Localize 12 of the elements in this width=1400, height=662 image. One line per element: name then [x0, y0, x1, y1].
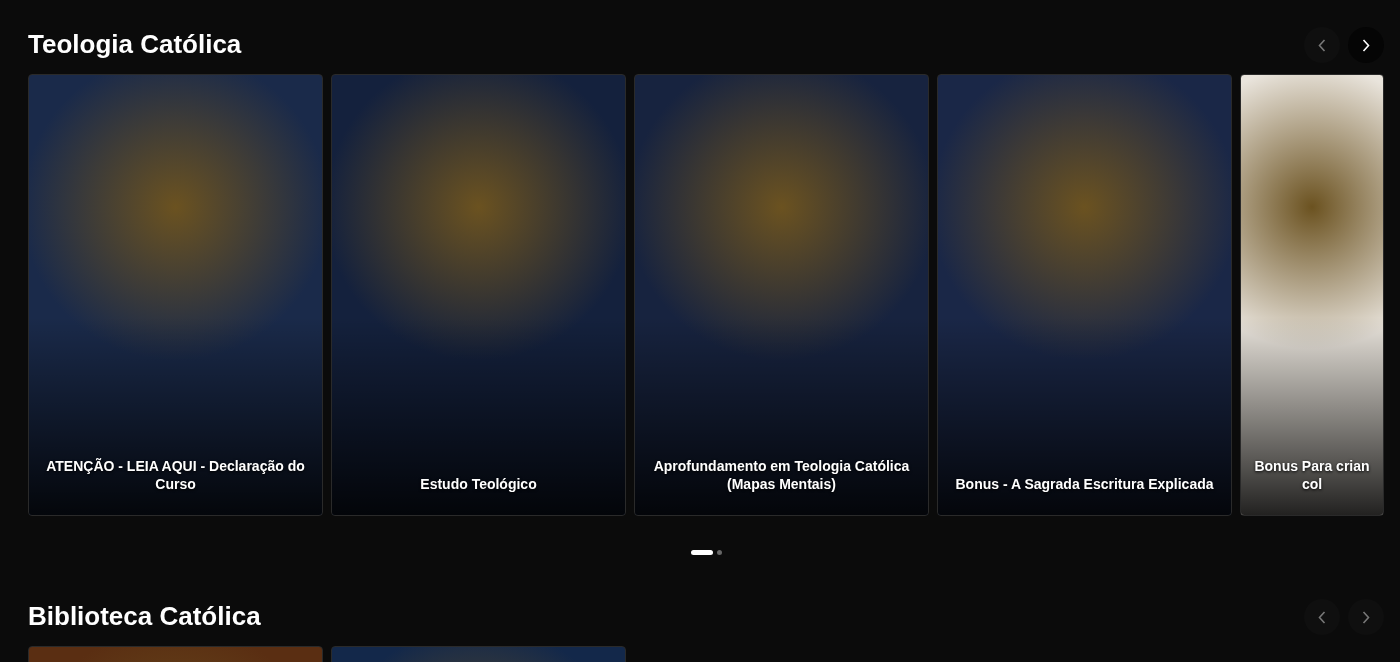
course-cover-card[interactable]: Estudo Teológico: [331, 74, 626, 516]
course-cover-card[interactable]: ATENÇÃO - LEIA AQUI - Declaração do Curso: [28, 74, 323, 516]
course-title: Bonus - A Sagrada Escritura Explicada: [954, 475, 1215, 494]
course-cover-card[interactable]: Bonus Para crian col: [1240, 74, 1384, 516]
section-title: Biblioteca Católica: [28, 601, 261, 633]
course-title: Estudo Teológico: [419, 475, 538, 494]
section-title: Teologia Católica: [28, 29, 242, 61]
course-title: Aprofundamento em Teologia Católica (Mapas Mentais): [652, 457, 911, 494]
course-cover-card[interactable]: Aprofundamento em Teologia Católica (Mapas Mentais): [634, 74, 929, 516]
course-title: Bonus Para crian col: [1253, 457, 1371, 494]
course-cover-card[interactable]: Bonus - A Sagrada Escritura Explicada: [937, 74, 1232, 516]
course-title: ATENÇÃO - LEIA AQUI - Declaração do Curso: [45, 457, 306, 494]
